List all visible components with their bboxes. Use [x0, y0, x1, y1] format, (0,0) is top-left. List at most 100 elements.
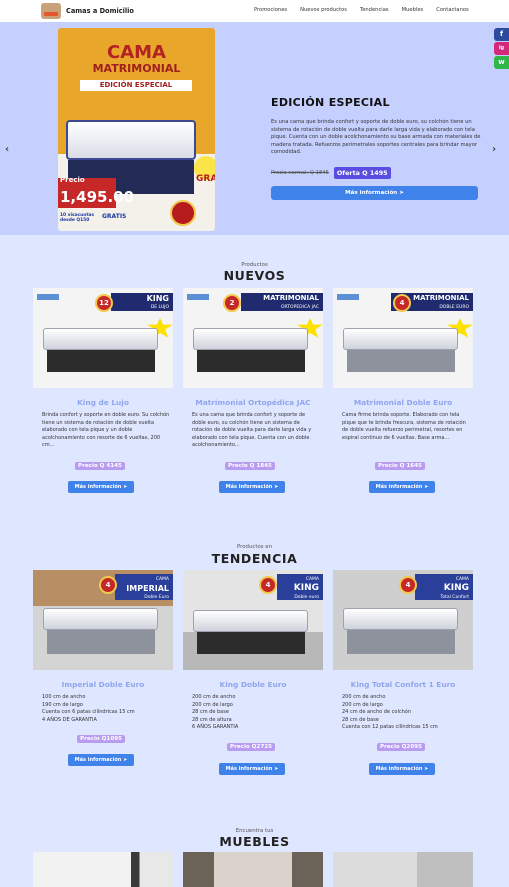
hero-image-gratis: GRATIS — [102, 213, 127, 220]
furniture-image[interactable] — [333, 852, 473, 887]
mattress-illustration — [343, 608, 458, 630]
product-image[interactable]: MATRIMONIAL ORTOPEDICA JAC 2 — [183, 288, 323, 388]
product-card-tendencia-1: CAMA IMPERIAL Doble Euro 4 — [33, 570, 173, 670]
tendencia-subtitle: Productos en — [236, 544, 273, 550]
product-price: Precio Q 1845 — [225, 462, 275, 470]
send-icon: ➤ — [274, 484, 279, 490]
spec-line: 28 cm de base — [342, 716, 379, 723]
bed-base-illustration — [47, 350, 155, 372]
product-card-nuevos-1: KING DE LUJO 12 — [33, 288, 173, 388]
product-banner: CAMA IMPERIAL Doble Euro — [115, 574, 173, 600]
hero-prices: Precio normal: Q 1845 Oferta Q 1495 — [271, 167, 391, 179]
nuevos-title: NUEVOS — [223, 268, 286, 283]
nav-link-contactanos[interactable]: Contactanos — [436, 7, 469, 13]
product-banner: CAMA KING Total Confort — [415, 574, 473, 600]
product-title[interactable]: King Total Confort 1 Euro — [333, 680, 473, 689]
product-image[interactable]: MATRIMONIAL DOBLE EURO 4 — [333, 288, 473, 388]
banner-pretext: CAMA — [155, 577, 169, 582]
social-floating-bar: f ig w — [494, 28, 509, 70]
nav-link-promociones[interactable]: Promociones — [254, 7, 287, 13]
more-info-button[interactable]: Más información ➤ — [68, 481, 134, 493]
more-info-button[interactable]: Más información ➤ — [68, 754, 134, 766]
product-title[interactable]: King de Lujo — [33, 398, 173, 407]
furniture-image[interactable] — [33, 852, 173, 887]
product-image[interactable]: CAMA IMPERIAL Doble Euro 4 — [33, 570, 173, 670]
product-image[interactable]: CAMA KING Total Confort 4 — [333, 570, 473, 670]
banner-subtext: ORTOPEDICA JAC — [280, 305, 319, 310]
hero-product-image: CAMA MATRIMONIAL EDICIÓN ESPECIAL 1,495.… — [58, 28, 215, 231]
bed-base-illustration — [197, 632, 305, 654]
more-info-label: Más información — [375, 766, 423, 772]
product-image[interactable]: KING DE LUJO 12 — [33, 288, 173, 388]
product-price: Precio Q 1645 — [375, 462, 425, 470]
more-info-button[interactable]: Más información ➤ — [219, 481, 285, 493]
send-icon: ➤ — [424, 766, 429, 772]
product-price: Precio Q 4145 — [75, 462, 125, 470]
hero-more-info-button[interactable]: Más información ➤ — [271, 186, 478, 200]
spec-line: 200 cm de ancho — [342, 694, 386, 700]
nav-link-nuevos-productos[interactable]: Nuevos productos — [300, 7, 347, 13]
spec-line: 28 cm de altura — [192, 716, 232, 723]
hero-image-installments: 10 visacuotas desde Q150 — [60, 213, 95, 223]
banner-subtext: Doble Euro — [144, 595, 169, 600]
product-card-tendencia-3: CAMA KING Total Confort 4 — [333, 570, 473, 670]
product-price: Precio Q1095 — [77, 735, 125, 743]
spec-line: Cuenta con 6 patas cilíndricas 15 cm — [42, 709, 135, 715]
banner-text: MATRIMONIAL — [413, 294, 469, 302]
mattress-illustration — [343, 328, 458, 350]
navbar: Camas a Domicilio Promociones Nuevos pro… — [0, 0, 509, 22]
banner-text: MATRIMONIAL — [263, 294, 319, 302]
more-info-label: Más información — [225, 484, 273, 490]
hero-image-corner-text: GRA — [196, 174, 215, 184]
brand-name[interactable]: Camas a Domicilio — [66, 7, 134, 15]
hero-carousel: ‹ › CAMA MATRIMONIAL EDICIÓN ESPECIAL 1,… — [0, 22, 509, 235]
spec-line: 200 cm de largo — [192, 701, 233, 708]
product-title[interactable]: King Doble Euro — [183, 680, 323, 689]
spec-line: 28 cm de base — [192, 709, 229, 715]
more-info-label: Más información — [225, 766, 273, 772]
send-icon: ➤ — [123, 757, 128, 763]
banner-subtext: Doble euro — [294, 595, 319, 600]
spec-line: 100 cm de ancho — [42, 694, 86, 700]
product-description: Es una cama que brinda confort y soporte… — [192, 412, 312, 448]
nav-link-muebles[interactable]: Muebles — [402, 7, 424, 13]
product-specs: 100 cm de ancho 190 cm de largo Cuenta c… — [42, 694, 170, 724]
hero-more-info-label: Más información — [345, 190, 398, 196]
furniture-image[interactable] — [183, 852, 323, 887]
hero-image-line3: EDICIÓN ESPECIAL — [80, 80, 192, 91]
product-title[interactable]: Imperial Doble Euro — [33, 680, 173, 689]
product-card-nuevos-3: MATRIMONIAL DOBLE EURO 4 — [333, 288, 473, 388]
whatsapp-icon[interactable]: w — [494, 56, 509, 69]
warranty-seal-icon — [170, 200, 196, 226]
brand-label-icon — [37, 294, 59, 300]
spec-line: 200 cm de ancho — [192, 694, 236, 700]
spec-line: 190 cm de largo — [42, 701, 83, 708]
spec-line: Cuenta con 12 patas cilíndricas 15 cm — [342, 724, 438, 730]
banner-text: KING — [293, 583, 319, 593]
product-specs: 200 cm de ancho 200 cm de largo 28 cm de… — [192, 694, 320, 732]
product-title[interactable]: Matrimonial Doble Euro — [333, 398, 473, 407]
more-info-button[interactable]: Más información ➤ — [369, 763, 435, 775]
bed-base-illustration — [347, 350, 455, 372]
muebles-title: MUEBLES — [219, 834, 290, 849]
carousel-prev-icon[interactable]: ‹ — [5, 144, 9, 155]
hero-image-line2: MATRIMONIAL — [92, 62, 181, 75]
product-image[interactable]: CAMA KING Doble euro 4 — [183, 570, 323, 670]
instagram-icon[interactable]: ig — [494, 42, 509, 55]
more-info-button[interactable]: Más información ➤ — [369, 481, 435, 493]
more-info-label: Más información — [74, 757, 122, 763]
mattress-illustration — [193, 610, 308, 632]
bed-base-illustration — [347, 630, 455, 654]
more-info-button[interactable]: Más información ➤ — [219, 763, 285, 775]
facebook-icon[interactable]: f — [494, 28, 509, 41]
spec-line: 4 AÑOS DE GARANTIA — [42, 716, 97, 723]
send-icon: ➤ — [399, 190, 404, 196]
carousel-next-icon[interactable]: › — [492, 144, 496, 155]
brand-logo[interactable] — [41, 3, 61, 19]
more-info-label: Más información — [375, 484, 423, 490]
banner-text: KING — [443, 583, 469, 593]
product-title[interactable]: Matrimonial Ortopédica JAC — [183, 398, 323, 407]
product-banner: MATRIMONIAL ORTOPEDICA JAC — [241, 293, 323, 311]
nav-link-tendencias[interactable]: Tendencias — [360, 7, 389, 13]
spec-line: 24 cm de ancho de colchón — [342, 709, 411, 715]
